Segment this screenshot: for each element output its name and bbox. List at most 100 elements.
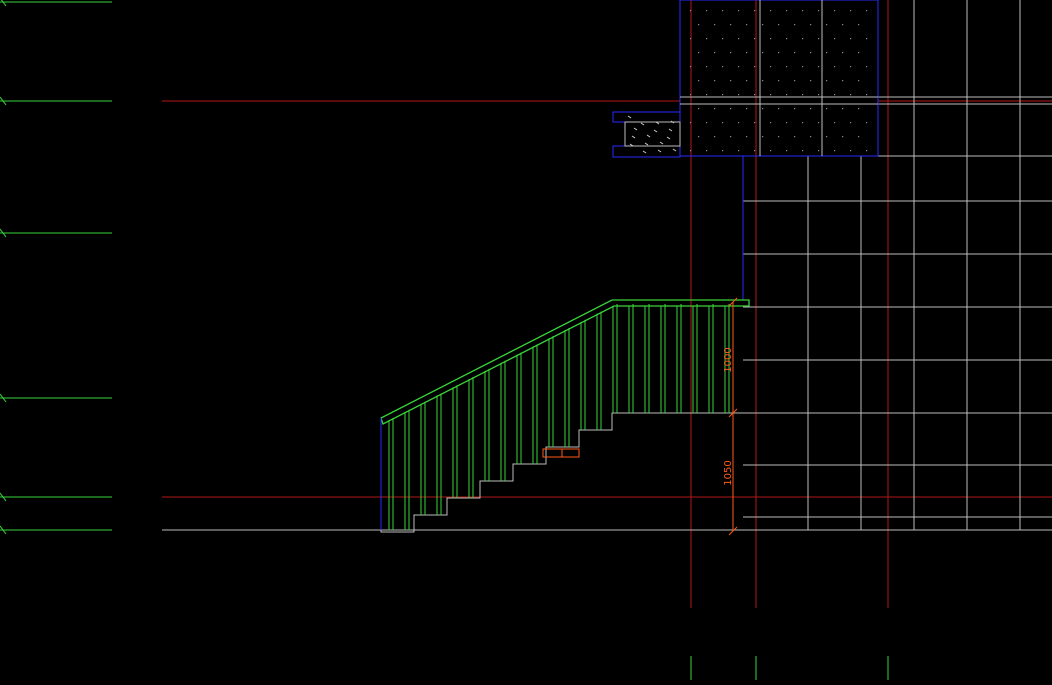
concrete-hatch-dot (738, 122, 740, 124)
concrete-hatch-dot (754, 38, 756, 40)
concrete-hatch-dot (866, 66, 868, 68)
concrete-hatch-dot (698, 136, 700, 138)
concrete-hatch-dot (754, 10, 756, 12)
concrete-hatch-dot (810, 80, 812, 82)
stair-profile (380, 412, 744, 533)
concrete-hatch-dot (834, 38, 836, 40)
beam-hatch-mark (644, 142, 649, 146)
concrete-hatch-dot (770, 94, 772, 96)
concrete-hatch-dot (698, 80, 700, 82)
beam-web (624, 121, 681, 147)
beam-top-flange (612, 111, 681, 123)
concrete-hatch-dot (842, 108, 844, 110)
concrete-hatch-dot (850, 10, 852, 12)
concrete-hatch-dot (690, 122, 692, 124)
concrete-hatch-dot (746, 108, 748, 110)
concrete-hatch-dot (722, 38, 724, 40)
level-marks (0, 0, 112, 535)
concrete-hatch-dot (810, 108, 812, 110)
concrete-hatch-dot (858, 136, 860, 138)
concrete-hatch-dot (762, 136, 764, 138)
beam-hatch-mark (640, 122, 645, 126)
concrete-hatch-dot (770, 10, 772, 12)
concrete-hatch-dot (770, 66, 772, 68)
concrete-hatch-dot (754, 122, 756, 124)
beam-hatch-mark (646, 134, 651, 138)
concrete-hatch-dot (818, 94, 820, 96)
concrete-hatch-dot (730, 24, 732, 26)
concrete-hatch-dot (786, 94, 788, 96)
concrete-hatch-dot (722, 10, 724, 12)
beam-hatch-mark (642, 150, 647, 154)
concrete-hatch-dot (850, 66, 852, 68)
concrete-hatch-dot (762, 80, 764, 82)
concrete-hatch-dot (850, 122, 852, 124)
concrete-hatch-dot (706, 150, 708, 152)
concrete-hatch-dot (826, 108, 828, 110)
concrete-hatch-dot (690, 10, 692, 12)
concrete-hatch-dot (706, 66, 708, 68)
concrete-hatch-dot (802, 66, 804, 68)
level-mark-tick (0, 0, 7, 7)
beam-hatch-mark (672, 148, 677, 152)
beam-hatch-mark (633, 127, 638, 131)
concrete-hatch-dot (738, 150, 740, 152)
concrete-hatch-dot (714, 80, 716, 82)
handrail (380, 299, 750, 530)
concrete-hatch-dot (834, 94, 836, 96)
concrete-hatch-dot (690, 66, 692, 68)
concrete-hatch-dot (706, 94, 708, 96)
concrete-hatch-dot (706, 122, 708, 124)
concrete-hatch-dot (818, 38, 820, 40)
concrete-hatch-dot (738, 66, 740, 68)
concrete-hatch-dot (858, 80, 860, 82)
concrete-hatch-dot (714, 136, 716, 138)
concrete-hatch-dot (866, 10, 868, 12)
concrete-hatch-dot (866, 150, 868, 152)
concrete-hatch-dot (762, 108, 764, 110)
concrete-hatch-dot (690, 150, 692, 152)
concrete-hatch-dot (730, 80, 732, 82)
concrete-hatch-dot (794, 108, 796, 110)
concrete-hatch-dot (802, 150, 804, 152)
concrete-hatch-dot (738, 38, 740, 40)
concrete-hatch-dot (730, 108, 732, 110)
concrete-hatch-dot (794, 136, 796, 138)
concrete-hatch-dot (754, 94, 756, 96)
tread-dimension-box (542, 448, 580, 458)
beam-hatch-mark (666, 136, 671, 140)
stair-elevation-drawing: 1000 1050 (0, 0, 1052, 680)
concrete-hatch-dot (818, 150, 820, 152)
concrete-hatch-dot (746, 80, 748, 82)
concrete-hatch-dot (698, 24, 700, 26)
concrete-hatch-dot (722, 122, 724, 124)
concrete-hatch-dot (802, 10, 804, 12)
concrete-hatch-dot (786, 38, 788, 40)
concrete-hatch-dot (842, 80, 844, 82)
concrete-hatch-dot (802, 38, 804, 40)
concrete-hatch-dot (714, 24, 716, 26)
beam-hatch-mark (668, 128, 673, 132)
cad-drawing-canvas[interactable]: 1000 1050 (0, 0, 1052, 680)
concrete-hatch-dot (850, 38, 852, 40)
concrete-hatch-dot (834, 66, 836, 68)
concrete-hatch-dot (706, 38, 708, 40)
beam-hatch-mark (657, 149, 662, 153)
concrete-hatch-dot (826, 136, 828, 138)
concrete-hatch-dot (770, 150, 772, 152)
concrete-hatch-dot (746, 52, 748, 54)
concrete-hatch-dot (866, 122, 868, 124)
concrete-hatch-dot (698, 108, 700, 110)
concrete-hatch-dot (770, 38, 772, 40)
concrete-hatch-dot (730, 136, 732, 138)
concrete-hatch-dot (834, 122, 836, 124)
concrete-hatch-dot (722, 94, 724, 96)
concrete-hatch-dot (826, 24, 828, 26)
concrete-hatch-dot (762, 24, 764, 26)
concrete-hatch-dot (786, 10, 788, 12)
concrete-hatch-dot (746, 24, 748, 26)
concrete-hatch-dot (826, 52, 828, 54)
concrete-hatch-dot (850, 150, 852, 152)
concrete-hatch-dot (842, 24, 844, 26)
concrete-hatch-dot (810, 136, 812, 138)
